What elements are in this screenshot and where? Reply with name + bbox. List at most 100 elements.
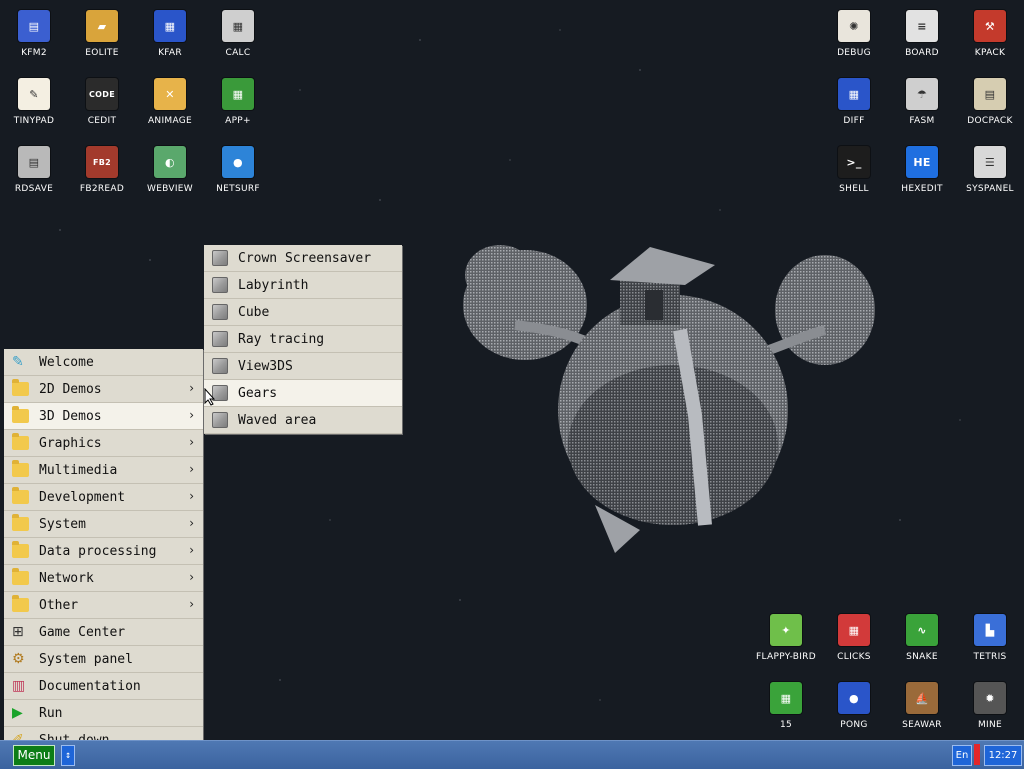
submenu-arrow-icon: ›	[189, 597, 194, 611]
taskbar: Menu ↕ En 12:27	[0, 740, 1024, 769]
webview-app-icon: ◐	[154, 146, 186, 178]
desktop-icon-hexedit[interactable]: HE HEXEDIT	[890, 146, 954, 194]
calc-app-icon: ▦	[222, 10, 254, 42]
menu-item-system-panel[interactable]: ⚙ System panel	[4, 646, 203, 673]
folder-icon	[12, 379, 29, 396]
menu-item-other[interactable]: Other ›	[4, 592, 203, 619]
submenu-item-crown-screensaver[interactable]: Crown Screensaver	[204, 245, 402, 272]
desktop-icon-label: APP+	[225, 116, 251, 126]
menu-item-run[interactable]: ▶ Run	[4, 700, 203, 727]
menu-item-graphics[interactable]: Graphics ›	[4, 430, 203, 457]
menu-item-documentation[interactable]: ▥ Documentation	[4, 673, 203, 700]
desktop-icon-cedit[interactable]: CODE CEDIT	[70, 78, 134, 126]
clock[interactable]: 12:27	[984, 745, 1022, 766]
desktop-icon-syspanel[interactable]: ☰ SYSPANEL	[958, 146, 1022, 194]
menu-item-label: Documentation	[39, 678, 141, 694]
app-app-icon: ▦	[222, 78, 254, 110]
submenu-item-label: Ray tracing	[238, 331, 325, 347]
menu-item-label: Run	[39, 705, 63, 721]
desktop-icon-label: KPACK	[974, 48, 1006, 58]
submenu-item-label: Crown Screensaver	[238, 250, 372, 266]
submenu-item-label: View3DS	[238, 358, 293, 374]
menu-item-2d-demos[interactable]: 2D Demos ›	[4, 376, 203, 403]
gears-icon: ⚙	[12, 651, 25, 667]
desktop-icon-15[interactable]: ▦ 15	[754, 682, 818, 730]
desktop-icon-pong[interactable]: ● PONG	[822, 682, 886, 730]
desktop-icon-flappy-bird[interactable]: ✦ FLAPPY-BIRD	[754, 614, 818, 662]
cube-icon	[212, 358, 228, 374]
language-indicator[interactable]: En	[952, 745, 972, 766]
submenu-item-ray-tracing[interactable]: Ray tracing	[204, 326, 402, 353]
desktop-icon-app[interactable]: ▦ APP+	[206, 78, 270, 126]
menu-item-label: Game Center	[39, 624, 126, 640]
desktop-icon-seawar[interactable]: ⛵ SEAWAR	[890, 682, 954, 730]
docpack-app-icon: ▤	[974, 78, 1006, 110]
desktop-icon-docpack[interactable]: ▤ DOCPACK	[958, 78, 1022, 126]
menu-item-game-center[interactable]: ⊞ Game Center	[4, 619, 203, 646]
desktop-icon-label: EOLITE	[85, 48, 119, 58]
folder-icon	[12, 460, 29, 477]
menu-item-label: Welcome	[39, 354, 94, 370]
desktop-icon-label: SHELL	[839, 184, 869, 194]
desktop-icon-label: DIFF	[843, 116, 865, 126]
desktop-icon-calc[interactable]: ▦ CALC	[206, 10, 270, 58]
desktop-icon-netsurf[interactable]: ● NETSURF	[206, 146, 270, 194]
15-app-icon: ▦	[770, 682, 802, 714]
submenu-arrow-icon: ›	[189, 408, 194, 422]
submenu-item-view3ds[interactable]: View3DS	[204, 353, 402, 380]
submenu-arrow-icon: ›	[189, 435, 194, 449]
desktop-icon-animage[interactable]: ✕ ANIMAGE	[138, 78, 202, 126]
desktop-icon-label: 15	[779, 720, 793, 730]
submenu-arrow-icon: ›	[189, 489, 194, 503]
desktop-icon-fb2read[interactable]: FB2 FB2READ	[70, 146, 134, 194]
cube-icon	[212, 412, 228, 428]
desktop-icon-eolite[interactable]: ▰ EOLITE	[70, 10, 134, 58]
welcome-icon: ✎	[12, 354, 24, 370]
desktop-icon-webview[interactable]: ◐ WEBVIEW	[138, 146, 202, 194]
debug-app-icon: ✺	[838, 10, 870, 42]
menu-item-label: Development	[39, 489, 126, 505]
menu-item-multimedia[interactable]: Multimedia ›	[4, 457, 203, 484]
tinypad-app-icon: ✎	[18, 78, 50, 110]
desktop-icon-kfar[interactable]: ▦ KFAR	[138, 10, 202, 58]
desktop-icon-snake[interactable]: ∿ SNAKE	[890, 614, 954, 662]
window-switch-button[interactable]: ↕	[61, 745, 75, 766]
syspanel-app-icon: ☰	[974, 146, 1006, 178]
seawar-app-icon: ⛵	[906, 682, 938, 714]
folder-icon	[12, 595, 29, 612]
desktop-icon-mine[interactable]: ✹ MINE	[958, 682, 1022, 730]
mouse-cursor-icon	[204, 388, 216, 406]
desktop-icon-diff[interactable]: ▦ DIFF	[822, 78, 886, 126]
menu-item-development[interactable]: Development ›	[4, 484, 203, 511]
menu-item-welcome[interactable]: ✎ Welcome	[4, 349, 203, 376]
desktop-icon-shell[interactable]: >_ SHELL	[822, 146, 886, 194]
folder-icon	[12, 487, 29, 504]
desktop-icon-label: KFAR	[158, 48, 182, 58]
menu-item-label: System	[39, 516, 86, 532]
submenu-arrow-icon: ›	[189, 381, 194, 395]
netsurf-app-icon: ●	[222, 146, 254, 178]
desktop-icon-board[interactable]: ≡ BOARD	[890, 10, 954, 58]
desktop-icon-tinypad[interactable]: ✎ TINYPAD	[2, 78, 66, 126]
kpack-app-icon: ⚒	[974, 10, 1006, 42]
clicks-app-icon: ▦	[838, 614, 870, 646]
desktop-icon-kfm2[interactable]: ▤ KFM2	[2, 10, 66, 58]
desktop-icon-fasm[interactable]: ☂ FASM	[890, 78, 954, 126]
menu-item-3d-demos[interactable]: 3D Demos ›	[4, 403, 203, 430]
submenu-item-cube[interactable]: Cube	[204, 299, 402, 326]
menu-item-system[interactable]: System ›	[4, 511, 203, 538]
submenu-arrow-icon: ›	[189, 462, 194, 476]
submenu-item-labyrinth[interactable]: Labyrinth	[204, 272, 402, 299]
menu-item-data-processing[interactable]: Data processing ›	[4, 538, 203, 565]
desktop-icon-clicks[interactable]: ▦ CLICKS	[822, 614, 886, 662]
desktop-icon-tetris[interactable]: ▙ TETRIS	[958, 614, 1022, 662]
submenu-item-waved-area[interactable]: Waved area	[204, 407, 402, 434]
desktop-icon-debug[interactable]: ✺ DEBUG	[822, 10, 886, 58]
desktop-icon-kpack[interactable]: ⚒ KPACK	[958, 10, 1022, 58]
play-icon: ▶	[12, 705, 23, 721]
start-menu-button[interactable]: Menu	[13, 745, 55, 766]
desktop-icon-label: FLAPPY-BIRD	[756, 652, 816, 662]
desktop-icon-rdsave[interactable]: ▤ RDSAVE	[2, 146, 66, 194]
menu-item-network[interactable]: Network ›	[4, 565, 203, 592]
submenu-item-gears[interactable]: Gears	[204, 380, 402, 407]
